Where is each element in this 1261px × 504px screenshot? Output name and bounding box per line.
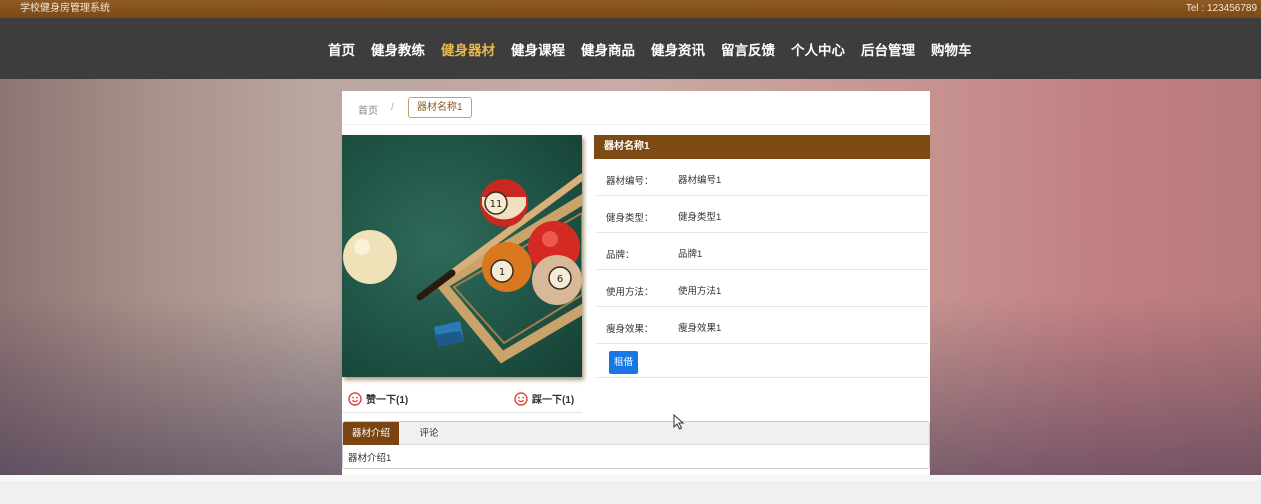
dislike-button[interactable]: 踩一下(1) bbox=[514, 391, 574, 406]
info-value: 使用方法1 bbox=[678, 286, 722, 297]
info-label: 瘦身效果： bbox=[606, 324, 654, 335]
info-label: 健身类型： bbox=[606, 213, 654, 224]
tab-comments[interactable]: 评论 bbox=[403, 422, 455, 445]
nav-item-news[interactable]: 健身资讯 bbox=[651, 39, 705, 59]
site-title: 学校健身房管理系统 bbox=[20, 3, 110, 14]
like-button[interactable]: 赞一下(1) bbox=[348, 391, 408, 406]
action-row: 租借 bbox=[597, 344, 928, 378]
svg-text:6: 6 bbox=[557, 274, 563, 285]
tab-bar: 器材介绍 评论 bbox=[343, 422, 929, 445]
vote-bar: 赞一下(1) 踩一下(1) bbox=[342, 387, 582, 413]
breadcrumb-separator: / bbox=[391, 102, 394, 113]
rent-button[interactable]: 租借 bbox=[609, 351, 638, 374]
breadcrumb: 首页 / 器材名称1 bbox=[342, 91, 930, 125]
info-label: 品牌： bbox=[606, 250, 635, 261]
top-header-bar: 学校健身房管理系统 Tel : 123456789 bbox=[0, 0, 1261, 18]
nav-item-cart[interactable]: 购物车 bbox=[931, 39, 972, 59]
smiley-face-icon bbox=[348, 391, 362, 406]
equipment-name-header: 器材名称1 bbox=[594, 135, 930, 159]
like-label: 赞一下(1) bbox=[366, 395, 409, 406]
nav-item-courses[interactable]: 健身课程 bbox=[511, 39, 565, 59]
equipment-info-table: 器材名称1 器材编号： 器材编号1 健身类型： 健身类型1 品牌： 品牌1 使用… bbox=[594, 135, 930, 378]
smiley-face-icon bbox=[514, 391, 528, 406]
main-navigation: 首页 健身教练 健身器材 健身课程 健身商品 健身资讯 留言反馈 个人中心 后台… bbox=[0, 18, 1261, 79]
info-row-brand: 品牌： 品牌1 bbox=[597, 233, 928, 270]
info-value: 品牌1 bbox=[678, 249, 703, 260]
equipment-image: 11 1 6 bbox=[342, 135, 582, 377]
mouse-cursor-icon bbox=[673, 414, 685, 430]
telephone-text: Tel : 123456789 bbox=[1185, 3, 1257, 14]
breadcrumb-current[interactable]: 器材名称1 bbox=[408, 97, 472, 118]
nav-item-feedback[interactable]: 留言反馈 bbox=[721, 39, 775, 59]
svg-text:1: 1 bbox=[499, 267, 505, 278]
tab-introduction[interactable]: 器材介绍 bbox=[343, 422, 399, 445]
nav-item-equipment[interactable]: 健身器材 bbox=[441, 39, 495, 59]
nav-item-home[interactable]: 首页 bbox=[328, 39, 355, 59]
info-label: 器材编号： bbox=[606, 176, 654, 187]
detail-tabs: 器材介绍 评论 器材介绍1 bbox=[342, 421, 930, 469]
nav-item-products[interactable]: 健身商品 bbox=[581, 39, 635, 59]
footer-strip bbox=[0, 475, 1261, 504]
info-label: 使用方法： bbox=[606, 287, 654, 298]
nav-item-profile[interactable]: 个人中心 bbox=[791, 39, 845, 59]
nav-item-coaches[interactable]: 健身教练 bbox=[371, 39, 425, 59]
breadcrumb-home[interactable]: 首页 bbox=[358, 102, 378, 117]
info-value: 瘦身效果1 bbox=[678, 323, 722, 334]
info-value: 器材编号1 bbox=[678, 175, 722, 186]
dislike-label: 踩一下(1) bbox=[532, 395, 575, 406]
equipment-detail-panel: 首页 / 器材名称1 11 1 6 赞一下(1) 踩一下(1) 器材名称1 器材… bbox=[342, 91, 930, 475]
info-row-usage: 使用方法： 使用方法1 bbox=[597, 270, 928, 307]
info-row-type: 健身类型： 健身类型1 bbox=[597, 196, 928, 233]
tab-content: 器材介绍1 bbox=[348, 453, 392, 464]
svg-text:11: 11 bbox=[490, 199, 503, 210]
info-row-effect: 瘦身效果： 瘦身效果1 bbox=[597, 307, 928, 344]
nav-item-admin[interactable]: 后台管理 bbox=[861, 39, 915, 59]
info-value: 健身类型1 bbox=[678, 212, 722, 223]
info-row-number: 器材编号： 器材编号1 bbox=[597, 159, 928, 196]
